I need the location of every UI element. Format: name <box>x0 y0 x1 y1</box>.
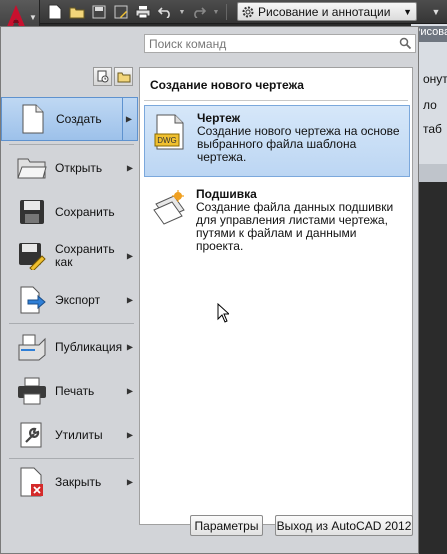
ribbon-text: ло <box>423 98 437 112</box>
menu-left-pane: Создать ▶ Открыть ▶ Сохранить Сохранить … <box>1 97 138 525</box>
menu-item-label: Сохранить как <box>55 242 115 269</box>
new-document-icon <box>16 103 50 135</box>
menu-view-toggles <box>93 67 133 86</box>
ribbon-text: таб <box>423 122 442 136</box>
menu-divider <box>9 323 134 324</box>
menu-divider <box>9 458 134 459</box>
toolbar-separator <box>226 4 227 20</box>
close-document-icon <box>15 466 49 498</box>
submenu-arrow-icon[interactable]: ▶ <box>127 478 133 487</box>
save-icon[interactable] <box>90 3 108 21</box>
search-icon[interactable] <box>399 37 412 50</box>
option-sheet-set[interactable]: Подшивка Создание файла данных подшивки … <box>144 182 410 253</box>
print-icon[interactable] <box>134 3 152 21</box>
menu-item-open[interactable]: Открыть ▶ <box>1 146 138 190</box>
recent-documents-icon[interactable] <box>93 67 112 86</box>
submenu-arrow-icon[interactable]: ▶ <box>127 296 133 305</box>
submenu-arrow-icon[interactable]: ▶ <box>127 164 133 173</box>
open-folder-icon <box>15 152 49 184</box>
split-divider <box>122 98 123 140</box>
menu-item-print[interactable]: Печать ▶ <box>1 369 138 413</box>
menu-item-label: Печать <box>55 383 95 398</box>
menu-divider <box>9 144 134 145</box>
open-folder-icon[interactable] <box>68 3 86 21</box>
option-description: Создание файла данных подшивки для управ… <box>196 200 394 253</box>
svg-text:DWG: DWG <box>157 136 177 145</box>
menu-item-utilities[interactable]: Утилиты ▶ <box>1 413 138 457</box>
submenu-divider <box>144 100 408 101</box>
redo-icon[interactable] <box>190 3 208 21</box>
save-as-icon[interactable] <box>112 3 130 21</box>
application-menu: Создать ▶ Открыть ▶ Сохранить Сохранить … <box>0 26 419 554</box>
menu-item-label: Утилиты <box>55 427 103 442</box>
menu-item-export[interactable]: Экспорт ▶ <box>1 278 138 322</box>
new-file-icon[interactable] <box>46 3 64 21</box>
option-drawing[interactable]: DWG Чертеж Создание нового чертежа на ос… <box>144 105 410 177</box>
exit-button[interactable]: Выход из AutoCAD 2012 <box>275 515 413 536</box>
submenu-pane: Создание нового чертежа DWG Чертеж Созда… <box>139 67 413 525</box>
publish-icon <box>15 331 49 363</box>
workspace-label: Рисование и аннотации <box>258 4 391 19</box>
undo-icon[interactable] <box>156 3 174 21</box>
printer-icon <box>15 375 49 407</box>
menu-item-save[interactable]: Сохранить <box>1 190 138 234</box>
ribbon-text: онуть <box>423 72 447 86</box>
submenu-arrow-icon[interactable]: ▶ <box>127 387 133 396</box>
menu-item-publish[interactable]: Публикация ▶ <box>1 325 138 369</box>
options-button[interactable]: Параметры <box>190 515 263 536</box>
menu-item-label: Закрыть <box>55 474 102 489</box>
submenu-arrow-icon[interactable]: ▶ <box>126 115 132 124</box>
menu-item-label: Публикация <box>55 339 123 354</box>
menu-item-close[interactable]: Закрыть ▶ <box>1 460 138 504</box>
save-disk-icon <box>15 196 49 228</box>
quick-access-toolbar: ▼ ▼ <box>46 2 229 22</box>
open-documents-icon[interactable] <box>114 67 133 86</box>
dwg-file-icon: DWG <box>154 114 184 150</box>
command-search[interactable] <box>144 34 416 53</box>
app-menu-dropdown-icon: ▼ <box>29 13 37 22</box>
save-as-icon <box>15 240 49 272</box>
menu-item-save-as[interactable]: Сохранить как ▶ <box>1 234 138 278</box>
option-description: Создание нового чертежа на основе выбран… <box>197 124 400 164</box>
menu-item-label: Создать <box>56 111 102 126</box>
chevron-down-icon: ▼ <box>403 6 412 17</box>
menu-item-label: Сохранить <box>55 204 115 219</box>
submenu-arrow-icon[interactable]: ▶ <box>127 252 133 261</box>
menu-item-create[interactable]: Создать ▶ <box>1 97 138 141</box>
search-input[interactable] <box>149 36 394 51</box>
customize-toolbar-icon[interactable]: ▼ <box>427 2 445 21</box>
sheet-set-icon <box>153 190 185 225</box>
menu-item-label: Открыть <box>55 160 103 175</box>
submenu-arrow-icon[interactable]: ▶ <box>127 431 133 440</box>
mouse-cursor-icon <box>217 303 229 323</box>
redo-dropdown-icon[interactable]: ▼ <box>212 3 220 21</box>
wrench-icon <box>15 419 49 451</box>
export-icon <box>15 284 49 316</box>
gear-icon <box>242 6 254 17</box>
undo-dropdown-icon[interactable]: ▼ <box>178 3 186 21</box>
workspace-selector[interactable]: Рисование и аннотации ▼ <box>237 2 417 21</box>
submenu-title: Создание нового чертежа <box>140 68 412 100</box>
submenu-arrow-icon[interactable]: ▶ <box>127 343 133 352</box>
menu-item-label: Экспорт <box>55 292 101 307</box>
